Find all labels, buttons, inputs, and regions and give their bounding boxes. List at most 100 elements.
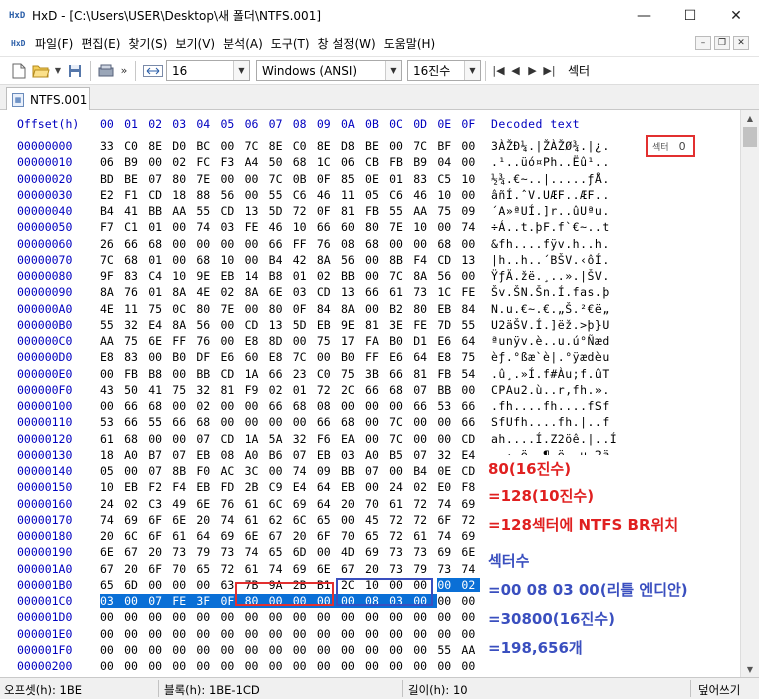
hex-byte[interactable]: 6F [437,513,461,527]
hex-byte[interactable]: 53 [100,415,124,429]
hex-byte[interactable]: D1 [413,334,437,348]
hex-byte[interactable]: 5D [269,204,293,218]
hex-byte[interactable]: C6 [389,188,413,202]
hex-byte[interactable]: 20 [293,529,317,543]
hex-byte[interactable]: 00 [389,627,413,641]
hex-byte[interactable]: 68 [293,155,317,169]
hex-byte[interactable]: 7B [245,578,269,592]
hex-byte[interactable]: 07 [196,432,220,446]
hex-byte[interactable]: E0 [437,480,461,494]
hex-byte[interactable]: 00 [461,237,485,251]
hex-byte[interactable]: 76 [196,334,220,348]
hex-byte[interactable]: EB [196,480,220,494]
hex-byte[interactable]: BB [341,464,365,478]
hex-byte[interactable]: 74 [293,464,317,478]
hex-byte[interactable]: 00 [148,350,172,364]
hex-byte[interactable]: 68 [389,383,413,397]
hex-byte[interactable]: 00 [341,643,365,657]
hex-byte[interactable]: 6E [172,513,196,527]
hex-byte[interactable]: CD [220,432,244,446]
document-icon[interactable]: HxD [11,36,27,52]
hex-byte[interactable]: 75 [341,367,365,381]
hex-byte[interactable]: 6D [293,545,317,559]
hex-byte[interactable]: 00 [245,399,269,413]
hex-byte[interactable]: 02 [124,497,148,511]
hex-byte[interactable]: 00 [389,464,413,478]
hex-byte[interactable]: 0B [293,172,317,186]
hex-byte[interactable]: 24 [389,480,413,494]
hex-byte[interactable]: 00 [196,578,220,592]
hex-byte[interactable]: 02 [196,399,220,413]
hex-byte[interactable]: 01 [148,253,172,267]
hex-byte[interactable]: 00 [341,627,365,641]
hex-byte[interactable]: 80 [244,594,269,608]
hex-byte[interactable]: 00 [341,610,365,624]
hex-byte[interactable]: E6 [220,350,244,364]
hex-byte[interactable]: 00 [365,659,389,673]
hex-byte[interactable]: 00 [461,139,485,153]
hex-byte[interactable]: 08 [365,594,390,608]
hex-byte[interactable]: 32 [293,432,317,446]
hex-byte[interactable]: 66 [461,399,485,413]
hex-byte[interactable]: F4 [172,480,196,494]
hex-byte[interactable]: 00 [220,415,244,429]
hex-byte[interactable]: BB [148,204,172,218]
hex-byte[interactable]: B2 [389,302,413,316]
hex-byte[interactable]: 61 [172,529,196,543]
hex-byte[interactable]: FB [124,367,148,381]
hex-byte[interactable]: 00 [196,659,220,673]
hex-byte[interactable]: 00 [245,253,269,267]
hex-byte[interactable]: B9 [124,155,148,169]
hex-byte[interactable]: 00 [293,334,317,348]
hex-byte[interactable]: 7D [437,318,461,332]
hex-byte[interactable]: 17 [341,334,365,348]
hex-byte[interactable]: EB [437,302,461,316]
hex-byte[interactable]: 2B [293,578,317,592]
hex-byte[interactable]: 6C [124,529,148,543]
hex-byte[interactable]: 20 [148,545,172,559]
hex-byte[interactable]: 00 [317,545,341,559]
hex-byte[interactable]: 66 [269,367,293,381]
hex-byte[interactable]: 00 [124,659,148,673]
hex-byte[interactable]: FE [245,220,269,234]
hex-byte[interactable]: 10 [293,220,317,234]
hex-byte[interactable]: 24 [100,497,124,511]
hex-byte[interactable]: 74 [269,562,293,576]
hex-byte[interactable]: F3 [220,155,244,169]
hex-row[interactable]: 00000100 00 66 68 00 02 00 00 66 68 08 00 00 00 66 53 66… [0,399,740,415]
hex-byte[interactable]: 00 [100,367,124,381]
hex-byte[interactable]: 33 [100,139,124,153]
hex-row[interactable]: 000000C0 AA 75 6E FF 76 00 E8 8D 00 75 17 FA B0 D1 E6 64… [0,334,740,350]
hex-byte[interactable]: FB [365,204,389,218]
hex-byte[interactable]: 2B [245,480,269,494]
hex-byte[interactable]: 6C [269,497,293,511]
hex-byte[interactable]: AC [220,464,244,478]
hex-byte[interactable]: 14 [245,269,269,283]
hex-byte[interactable]: 00 [365,643,389,657]
hex-byte[interactable]: 76 [317,237,341,251]
hex-byte[interactable]: 79 [413,562,437,576]
hex-byte[interactable]: F2 [148,480,172,494]
hex-byte[interactable]: 00 [124,610,148,624]
hex-byte[interactable]: 8E [148,139,172,153]
hex-byte[interactable]: 00 [389,139,413,153]
hex-byte[interactable]: 00 [461,269,485,283]
hex-byte[interactable]: 45 [365,513,389,527]
hex-byte[interactable]: D8 [341,139,365,153]
hex-byte[interactable]: 00 [196,237,220,251]
hex-byte[interactable]: E8 [100,350,124,364]
hex-byte[interactable]: 32 [437,448,461,462]
hex-byte[interactable]: 55 [437,643,461,657]
hex-byte[interactable]: 83 [413,172,437,186]
hex-byte[interactable]: 66 [413,399,437,413]
hex-byte[interactable]: 74 [196,220,220,234]
hex-byte[interactable]: 03 [220,220,244,234]
hex-byte[interactable]: A0 [365,448,389,462]
hex-byte[interactable]: 80 [269,302,293,316]
hex-byte[interactable]: C0 [293,139,317,153]
hex-byte[interactable]: 46 [269,220,293,234]
hex-byte[interactable]: 00 [172,432,196,446]
hex-byte[interactable]: 00 [148,578,172,592]
hex-byte[interactable]: 66 [172,415,196,429]
hex-byte[interactable]: 64 [196,529,220,543]
